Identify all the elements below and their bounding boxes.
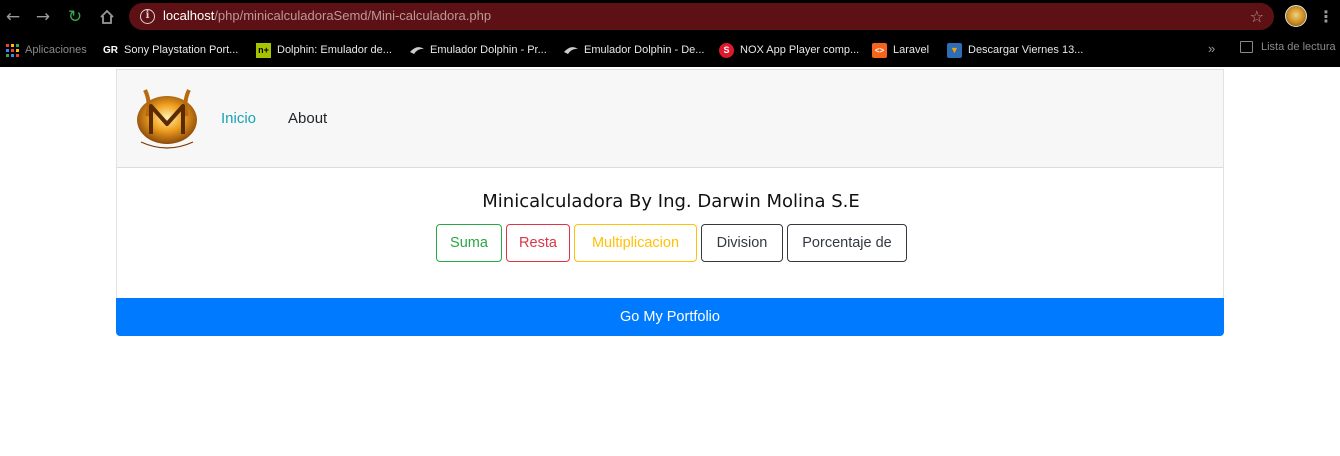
bookmark-dolphin-pr[interactable]: Emulador Dolphin - Pr...	[409, 41, 547, 59]
nox-icon: S	[719, 42, 734, 58]
browser-toolbar: ← → ↻ i localhost/php/minicalculadoraSem…	[0, 0, 1340, 33]
home-icon[interactable]	[96, 6, 118, 28]
division-button[interactable]: Division	[701, 224, 783, 262]
bookmark-label: Descargar Viernes 13...	[968, 44, 1084, 56]
bookmark-nox[interactable]: S NOX App Player comp...	[719, 41, 859, 59]
address-bar[interactable]: i localhost/php/minicalculadoraSemd/Mini…	[129, 3, 1274, 30]
download-icon: ▼	[947, 42, 962, 58]
reading-list-icon	[1240, 41, 1253, 53]
url-host: localhost	[163, 8, 215, 23]
bookmark-descargar[interactable]: ▼ Descargar Viernes 13...	[947, 41, 1083, 59]
dolphin-logo-icon	[563, 43, 578, 58]
bookmark-laravel[interactable]: <> Laravel	[872, 41, 929, 59]
url-path: /php/minicalculadoraSemd/Mini-calculador…	[214, 8, 492, 23]
forward-arrow-icon[interactable]: →	[32, 6, 54, 28]
reading-list-label: Lista de lectura	[1261, 41, 1336, 53]
bookmark-label: NOX App Player comp...	[740, 44, 860, 56]
nav-link-inicio[interactable]: Inicio	[221, 110, 256, 127]
nav-link-about[interactable]: About	[288, 110, 327, 127]
bookmark-dolphin-de[interactable]: Emulador Dolphin - De...	[563, 41, 704, 59]
site-navbar: Inicio About	[116, 69, 1224, 168]
bookmark-label: Dolphin: Emulador de...	[277, 44, 392, 56]
logo-m-icon	[137, 89, 197, 149]
multiplicacion-button[interactable]: Multiplicacion	[574, 224, 697, 262]
calculator-card: Minicalculadora By Ing. Darwin Molina S.…	[116, 168, 1224, 298]
bookmark-label: Sony Playstation Port...	[124, 44, 239, 56]
address-url[interactable]: localhost/php/minicalculadoraSemd/Mini-c…	[163, 8, 491, 23]
bookmark-label: Emulador Dolphin - De...	[584, 44, 705, 56]
bookmark-dolphin-emulador[interactable]: n+ Dolphin: Emulador de...	[256, 41, 392, 59]
sony-icon: GR	[103, 44, 118, 56]
profile-avatar[interactable]	[1285, 5, 1307, 27]
info-icon[interactable]: i	[140, 9, 155, 24]
apps-grid-icon	[6, 43, 19, 57]
portfolio-button[interactable]: Go My Portfolio	[116, 298, 1224, 336]
bookmark-label: Laravel	[893, 44, 930, 56]
porcentaje-button[interactable]: Porcentaje de	[787, 224, 907, 262]
dolphin-n-icon: n+	[256, 42, 271, 58]
suma-button[interactable]: Suma	[436, 224, 502, 262]
reload-icon[interactable]: ↻	[64, 6, 86, 28]
bookmark-star-icon[interactable]: ☆	[1250, 7, 1264, 26]
laravel-icon: <>	[872, 42, 887, 58]
menu-kebab-icon[interactable]: ⋮	[1318, 6, 1334, 28]
site-logo[interactable]	[127, 82, 207, 156]
reading-list[interactable]: Lista de lectura	[1240, 41, 1336, 53]
page-title: Minicalculadora By Ing. Darwin Molina S.…	[482, 191, 860, 212]
bookmark-sony[interactable]: GR Sony Playstation Port...	[103, 41, 238, 59]
bookmark-apps[interactable]: Aplicaciones	[6, 41, 87, 59]
resta-button[interactable]: Resta	[506, 224, 570, 262]
dolphin-logo-icon	[409, 43, 424, 58]
bookmark-label: Emulador Dolphin - Pr...	[430, 44, 547, 56]
back-arrow-icon[interactable]: ←	[2, 6, 24, 28]
bookmark-label: Aplicaciones	[25, 44, 87, 56]
bookmarks-bar: Aplicaciones GR Sony Playstation Port...…	[0, 33, 1340, 67]
chevron-double-right-icon[interactable]: »	[1208, 41, 1215, 56]
